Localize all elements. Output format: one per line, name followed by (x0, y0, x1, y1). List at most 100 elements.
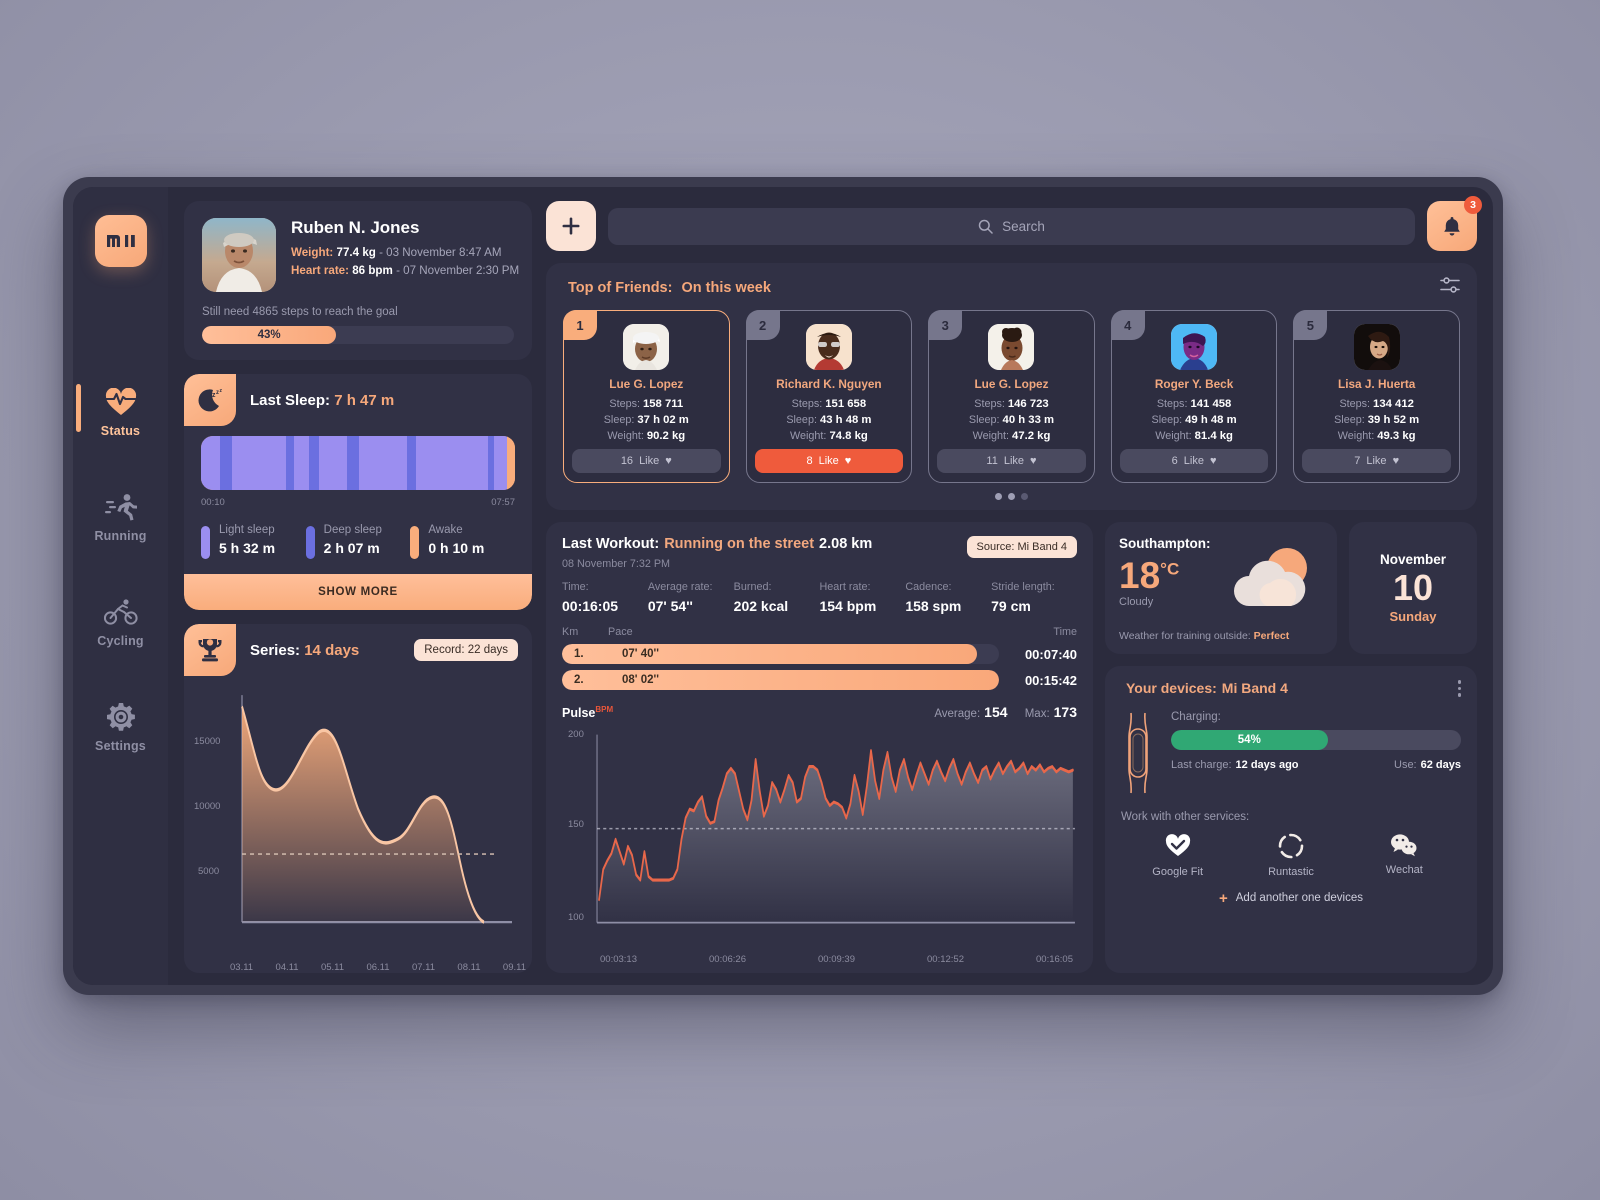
sleep-start-time: 00:10 (201, 497, 225, 508)
side-column: Southampton: 18°C Cloudy Weather for tra… (1105, 522, 1477, 973)
friend-card[interactable]: 4 Roger Y. Beck Steps: 141 458 Sleep: 49… (1110, 310, 1278, 483)
mi-logo[interactable] (94, 215, 147, 267)
workout-activity: Running on the street (664, 536, 815, 552)
pulse-xtick: 00:16:05 (1036, 954, 1073, 965)
like-count: 16 (620, 455, 634, 467)
friend-weight: Weight: 47.2 kg (972, 430, 1051, 442)
profile-name: Ruben N. Jones (291, 218, 420, 237)
carousel-dots[interactable] (563, 493, 1460, 500)
legend-swatch (201, 526, 210, 559)
sleep-hypnogram (201, 436, 515, 490)
gear-icon (104, 702, 138, 732)
band-illustration (1121, 711, 1155, 795)
friend-rank: 1 (563, 310, 597, 340)
main-content: Ruben N. Jones Weight: 77.4 kg - 03 Nove… (168, 187, 1493, 985)
sidebar-item-status[interactable]: Status (73, 384, 168, 438)
service-runtastic[interactable]: Runtastic (1234, 833, 1347, 878)
notifications-button[interactable]: 3 (1427, 196, 1482, 251)
workout-card: Last Workout: Running on the street 2.08 k… (546, 522, 1093, 973)
friend-weight: Weight: 90.2 kg (607, 430, 686, 442)
legend-label: Light sleep (219, 524, 275, 536)
legend-swatch (305, 526, 315, 559)
add-button[interactable] (546, 201, 596, 251)
carousel-dot[interactable] (995, 493, 1002, 500)
pulse-xtick: 00:09:39 (818, 954, 855, 965)
pulse-stats: Average: 154 Max: 173 (934, 704, 1077, 720)
friend-sleep: Sleep: 39 h 52 m (1334, 414, 1420, 426)
series-card: Series: 14 days Record: 22 days 15000 10… (184, 624, 532, 973)
workout-stat: Average rate: 07' 54'' (648, 581, 734, 614)
splits-pace-header: Pace (608, 626, 633, 638)
pulse-max-label: Max: (1024, 708, 1050, 720)
like-button[interactable]: 6 Like ♥ (1119, 449, 1269, 473)
runtastic-icon (1278, 833, 1304, 858)
series-ytick-5000: 5000 (198, 866, 220, 878)
right-column: Search 3 Top of Friends: On this week 1 … (546, 196, 1482, 973)
like-label: Like (1183, 455, 1204, 467)
friend-avatar (623, 324, 670, 370)
hr-label: Heart rate: (291, 264, 349, 277)
pulse-avg-label: Average: (934, 708, 981, 720)
friend-sleep: Sleep: 37 h 02 m (603, 414, 689, 426)
avatar (202, 218, 276, 292)
sidebar-item-cycling[interactable]: Cycling (73, 597, 168, 648)
filter-icon[interactable] (1440, 277, 1460, 298)
search-input[interactable]: Search (608, 207, 1415, 245)
friend-card[interactable]: 2 Richard K. Nguyen Steps: 151 658 Sleep… (745, 310, 913, 483)
carousel-dot[interactable] (1021, 493, 1028, 500)
stat-key: Burned: (733, 581, 772, 593)
workout-stat: Stride length: 79 cm (991, 581, 1077, 614)
show-more-button[interactable]: SHOW MORE (184, 574, 532, 610)
friend-avatar (1353, 324, 1400, 370)
moon-icon: z z z (184, 374, 236, 426)
stat-key: Cadence: (905, 581, 952, 593)
like-button[interactable]: 8 Like ♥ (754, 449, 904, 473)
profile-card: Ruben N. Jones Weight: 77.4 kg - 03 Nove… (184, 201, 532, 360)
legend-swatch (410, 526, 420, 559)
stat-value: 00:16:05 (562, 598, 619, 614)
friend-sleep: Sleep: 49 h 48 m (1151, 414, 1237, 426)
series-ytick-15000: 15000 (194, 735, 221, 747)
use-duration: Use: 62 days (1394, 758, 1461, 771)
service-wechat[interactable]: Wechat (1348, 833, 1461, 878)
sidebar-item-settings[interactable]: Settings (73, 702, 168, 753)
split-time: 00:15:42 (1024, 672, 1077, 688)
battery-bar: 54% (1171, 729, 1461, 750)
sidebar-item-label: Settings (95, 739, 146, 753)
like-button[interactable]: 7 Like ♥ (1302, 449, 1451, 473)
workout-stat: Cadence: 158 spm (905, 581, 991, 614)
svg-text:z: z (220, 388, 223, 394)
friends-title: Top of Friends: On this week (563, 280, 771, 296)
series-ytick-10000: 10000 (194, 800, 221, 812)
sidebar-item-running[interactable]: Running (73, 492, 168, 543)
cycling-icon (103, 597, 138, 627)
service-label: Google Fit (1152, 865, 1204, 878)
weather-note: Weather for training outside: Perfect (1119, 630, 1290, 642)
like-button[interactable]: 11 Like ♥ (937, 449, 1086, 473)
more-options-icon[interactable] (1457, 680, 1461, 697)
service-google-fit[interactable]: Google Fit (1121, 833, 1234, 878)
like-button[interactable]: 16 Like ♥ (572, 449, 721, 473)
stat-key: Time: (562, 581, 589, 593)
workout-source-badge: Source: Mi Band 4 (966, 536, 1077, 558)
pulse-xtick: 00:06:26 (709, 954, 746, 965)
friend-card[interactable]: 5 Lisa J. Huerta Steps: 134 412 Sleep: 3… (1293, 310, 1460, 483)
devices-card: Your devices: Mi Band 4 Charging: 54% La… (1105, 666, 1477, 973)
stat-value: 158 spm (905, 598, 962, 614)
like-label: Like (639, 455, 660, 467)
legend-label: Awake (428, 524, 463, 536)
friend-card[interactable]: 3 Lue G. Lopez Steps: 146 723 Sleep: 40 … (928, 310, 1095, 483)
carousel-dot[interactable] (1008, 493, 1015, 500)
topbar: Search 3 (546, 196, 1482, 251)
pulse-xtick: 00:12:52 (927, 954, 964, 965)
google-fit-icon (1165, 833, 1190, 856)
wechat-icon (1391, 833, 1417, 856)
date-card: November 10 Sunday (1349, 522, 1477, 654)
sleep-card: z z z Last Sleep: 7 h 47 m 00:10 07:57 L… (184, 374, 532, 610)
friend-avatar (805, 324, 852, 370)
add-device-button[interactable]: + Add another one devices (1121, 890, 1461, 907)
friend-name: Lue G. Lopez (609, 377, 684, 391)
friend-rank: 4 (1110, 310, 1145, 340)
weather-note-value: Perfect (1253, 630, 1290, 642)
friend-card[interactable]: 1 Lue G. Lopez Steps: 158 711 Sleep: 37 … (563, 310, 730, 483)
